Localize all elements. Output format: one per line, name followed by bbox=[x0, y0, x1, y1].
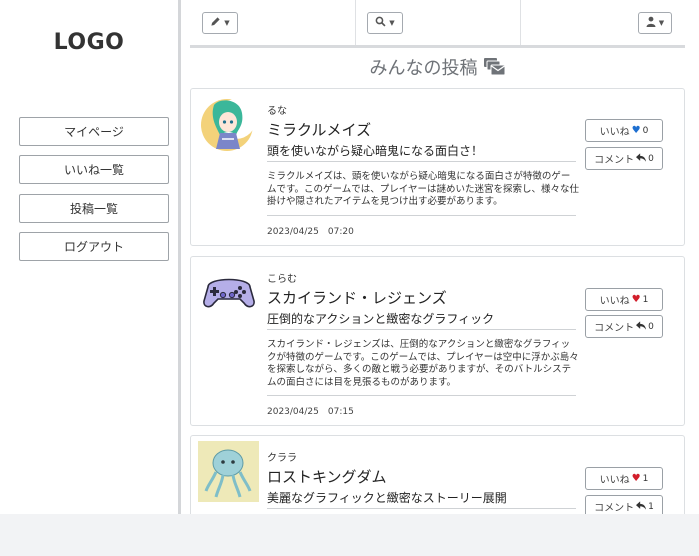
heart-icon: ♥ bbox=[631, 125, 641, 136]
user-dropdown-button[interactable]: ▼ bbox=[638, 12, 672, 34]
page-heading: みんなの投稿 bbox=[190, 54, 685, 80]
post-username[interactable]: るな bbox=[267, 102, 287, 117]
post-title[interactable]: スカイランド・レジェンズ bbox=[267, 287, 447, 308]
divider bbox=[267, 161, 576, 162]
divider bbox=[267, 508, 576, 509]
comment-count: 1 bbox=[648, 501, 654, 512]
page-title: みんなの投稿 bbox=[369, 58, 478, 79]
nav-mypage-button[interactable]: マイページ bbox=[19, 117, 169, 146]
comment-button[interactable]: コメント 0 bbox=[585, 147, 663, 170]
avatar[interactable] bbox=[198, 95, 260, 157]
like-label: いいね bbox=[599, 296, 630, 307]
post-body: スカイランド・レジェンズは、圧倒的なアクションと緻密なグラフィックが特徴のゲーム… bbox=[267, 339, 579, 388]
like-button[interactable]: いいね ♥ 0 bbox=[585, 119, 663, 142]
like-label: いいね bbox=[599, 127, 630, 138]
post-subtitle: 圧倒的なアクションと緻密なグラフィック bbox=[267, 312, 495, 326]
top-toolbar: ▼ ▼ ▼ bbox=[190, 0, 685, 48]
toolbar-divider bbox=[355, 0, 356, 45]
post-username[interactable]: クララ bbox=[267, 449, 297, 464]
caret-down-icon: ▼ bbox=[658, 19, 665, 27]
toolbar-divider bbox=[520, 0, 521, 45]
post-username[interactable]: こらむ bbox=[267, 270, 297, 285]
caret-down-icon: ▼ bbox=[224, 19, 230, 27]
divider bbox=[267, 329, 576, 330]
mail-bulk-icon bbox=[483, 58, 506, 76]
comment-count: 0 bbox=[648, 321, 654, 332]
search-icon bbox=[375, 16, 386, 30]
search-dropdown-button[interactable]: ▼ bbox=[367, 12, 403, 34]
post-card: こらむ スカイランド・レジェンズ 圧倒的なアクションと緻密なグラフィック スカイ… bbox=[190, 256, 685, 426]
comment-label: コメント bbox=[594, 155, 635, 166]
post-date: 2023/04/25 07:20 bbox=[267, 227, 354, 237]
post-card: クララ ロストキングダム 美麗なグラフィックと緻密なストーリー展開 いいね ♥ … bbox=[190, 435, 685, 514]
post-title[interactable]: ロストキングダム bbox=[267, 466, 387, 487]
nav-logout-button[interactable]: ログアウト bbox=[19, 232, 169, 261]
post-card: るな ミラクルメイズ 頭を使いながら疑心暗鬼になる面白さ！ ミラクルメイズは、頭… bbox=[190, 88, 685, 246]
post-subtitle: 美麗なグラフィックと緻密なストーリー展開 bbox=[267, 491, 507, 505]
logo[interactable]: LOGO bbox=[0, 30, 178, 55]
comment-button[interactable]: コメント 0 bbox=[585, 315, 663, 338]
comment-label: コメント bbox=[594, 503, 635, 514]
reply-icon bbox=[636, 152, 647, 165]
divider bbox=[267, 395, 576, 396]
avatar[interactable] bbox=[198, 261, 260, 323]
post-subtitle: 頭を使いながら疑心暗鬼になる面白さ！ bbox=[267, 144, 484, 158]
viewport: LOGO マイページ いいね一覧 投稿一覧 ログアウト ▼ ▼ ▼ みんなの投稿… bbox=[0, 0, 699, 514]
reply-icon bbox=[636, 500, 647, 513]
post-date: 2023/04/25 07:15 bbox=[267, 407, 354, 417]
like-count: 0 bbox=[642, 125, 649, 136]
nav-posts-button[interactable]: 投稿一覧 bbox=[19, 194, 169, 223]
like-count: 1 bbox=[642, 473, 649, 484]
caret-down-icon: ▼ bbox=[389, 19, 395, 27]
sidebar: LOGO マイページ いいね一覧 投稿一覧 ログアウト bbox=[0, 0, 178, 514]
nav-likes-button[interactable]: いいね一覧 bbox=[19, 155, 169, 184]
heart-icon: ♥ bbox=[631, 294, 641, 305]
post-title[interactable]: ミラクルメイズ bbox=[267, 119, 371, 140]
like-label: いいね bbox=[599, 475, 630, 486]
user-icon bbox=[646, 16, 656, 30]
comment-count: 0 bbox=[648, 153, 654, 164]
divider bbox=[267, 215, 576, 216]
like-button[interactable]: いいね ♥ 1 bbox=[585, 288, 663, 311]
post-body: ミラクルメイズは、頭を使いながら疑心暗鬼になる面白さが特徴のゲームです。このゲー… bbox=[267, 171, 579, 207]
pencil-icon bbox=[210, 16, 221, 30]
like-button[interactable]: いいね ♥ 1 bbox=[585, 467, 663, 490]
comment-label: コメント bbox=[594, 323, 635, 334]
sidebar-divider bbox=[178, 0, 181, 514]
heart-icon: ♥ bbox=[631, 473, 641, 484]
avatar[interactable] bbox=[198, 441, 259, 502]
comment-button[interactable]: コメント 1 bbox=[585, 495, 663, 514]
reply-icon bbox=[636, 320, 647, 333]
new-post-dropdown-button[interactable]: ▼ bbox=[202, 12, 238, 34]
like-count: 1 bbox=[642, 294, 649, 305]
